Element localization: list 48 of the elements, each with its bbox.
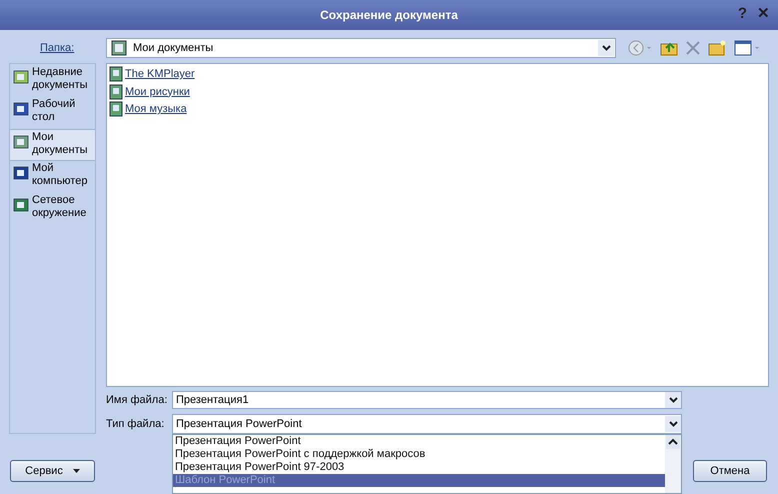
file-type-option[interactable]: Презентация PowerPoint <box>173 435 665 448</box>
folder-documents-icon <box>13 134 29 150</box>
cancel-button[interactable]: Отмена <box>693 460 767 482</box>
folder-value: Мои документы <box>133 40 214 56</box>
computer-icon <box>13 165 29 181</box>
scroll-up-icon[interactable] <box>666 435 680 449</box>
file-name-field[interactable]: Презентация1 <box>172 391 682 410</box>
places-label: Рабочий стол <box>32 98 76 125</box>
places-item[interactable]: Рабочий стол <box>10 97 95 129</box>
new-folder-icon[interactable] <box>708 40 726 56</box>
tools-button[interactable]: Сервис <box>10 460 95 482</box>
folder-link[interactable]: The KMPlayer <box>125 66 195 82</box>
places-label: Недавние документы <box>32 66 89 93</box>
places-label: Сетевое окружение <box>32 194 88 221</box>
file-type-option[interactable]: Презентация PowerPoint с поддержкой макросов <box>173 448 665 461</box>
delete-icon[interactable] <box>686 41 700 55</box>
folder-icon <box>111 40 127 56</box>
chevron-down-icon <box>602 45 610 51</box>
places-item[interactable]: Мои документы <box>10 129 95 161</box>
places-item[interactable]: Сетевое окружение <box>10 193 95 225</box>
folder-link[interactable]: Моя музыка <box>125 101 187 118</box>
folder-label: Папка: <box>39 40 76 56</box>
file-type-select[interactable]: Презентация PowerPoint <box>172 414 682 434</box>
places-item[interactable]: Мой компьютер <box>10 161 95 193</box>
file-type-label: Тип файла: <box>106 417 166 432</box>
up-folder-icon[interactable] <box>660 40 678 56</box>
folder-select[interactable]: Мои документы <box>106 38 616 58</box>
file-type-value: Презентация PowerPoint <box>176 416 303 432</box>
folder-link[interactable]: Мои рисунки <box>125 84 190 100</box>
places-item[interactable]: Недавние документы <box>10 65 95 97</box>
scrollbar[interactable] <box>665 435 681 493</box>
places-label: Мои документы <box>32 131 89 158</box>
dropdown-arrow-icon <box>72 469 80 473</box>
back-icon[interactable] <box>628 40 652 56</box>
views-icon[interactable] <box>734 40 760 56</box>
file-name-label: Имя файла: <box>106 393 168 408</box>
places-label: Мой компьютер <box>32 162 88 189</box>
help-button[interactable]: ? <box>738 6 747 21</box>
file-type-option[interactable]: Презентация PowerPoint 97-2003 <box>173 461 665 474</box>
network-icon <box>13 197 29 213</box>
folder-icon <box>109 66 123 82</box>
folder-icon <box>109 101 123 118</box>
window-title: Сохранение документа <box>320 7 458 24</box>
chevron-down-icon <box>668 397 678 404</box>
file-name-value: Презентация1 <box>176 393 250 408</box>
chevron-down-icon <box>668 421 678 427</box>
desktop-icon <box>13 101 29 117</box>
folder-icon <box>109 84 123 100</box>
